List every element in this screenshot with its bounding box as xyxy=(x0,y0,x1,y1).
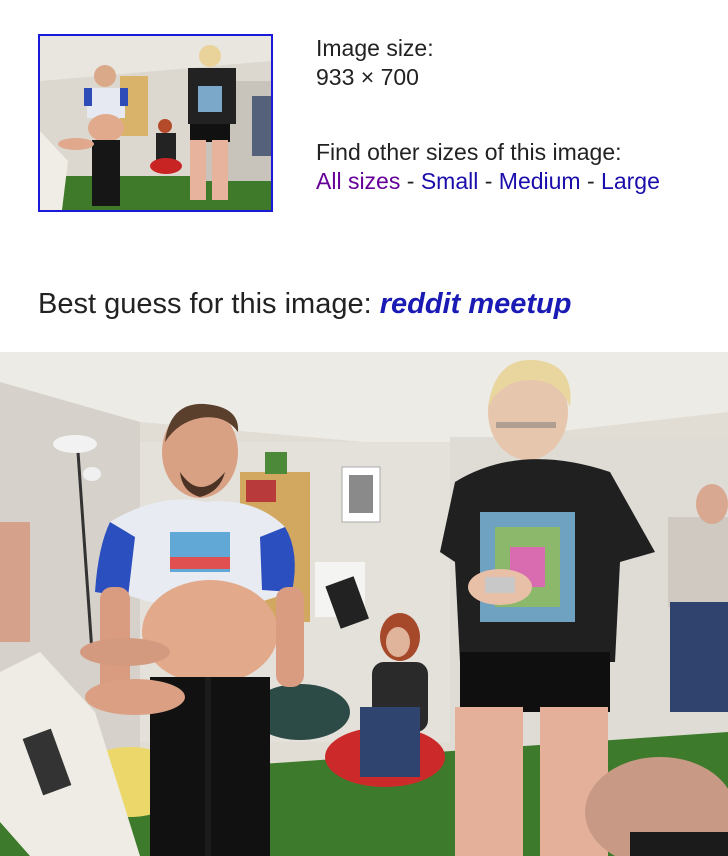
medium-size-link[interactable]: Medium xyxy=(499,168,581,194)
image-size-label: Image size: xyxy=(316,35,434,61)
separator: - xyxy=(580,168,602,194)
small-size-link[interactable]: Small xyxy=(421,168,479,194)
thumbnail-photo xyxy=(40,36,271,210)
large-size-link[interactable]: Large xyxy=(601,168,660,194)
image-info: Image size: 933 × 700 Find other sizes o… xyxy=(316,34,721,196)
main-photo-illustration xyxy=(0,352,728,856)
all-sizes-link[interactable]: All sizes xyxy=(316,168,400,194)
separator: - xyxy=(478,168,499,194)
best-guess: Best guess for this image: reddit meetup xyxy=(38,286,571,322)
other-sizes-label: Find other sizes of this image: xyxy=(316,139,622,165)
separator: - xyxy=(400,168,421,194)
best-guess-prefix: Best guess for this image: xyxy=(38,288,380,320)
main-photo xyxy=(0,352,728,856)
image-size-value: 933 × 700 xyxy=(316,64,419,90)
thumbnail-image[interactable] xyxy=(38,34,273,212)
best-guess-query-link[interactable]: reddit meetup xyxy=(380,288,572,320)
size-links: All sizes - Small - Medium - Large xyxy=(316,167,721,196)
